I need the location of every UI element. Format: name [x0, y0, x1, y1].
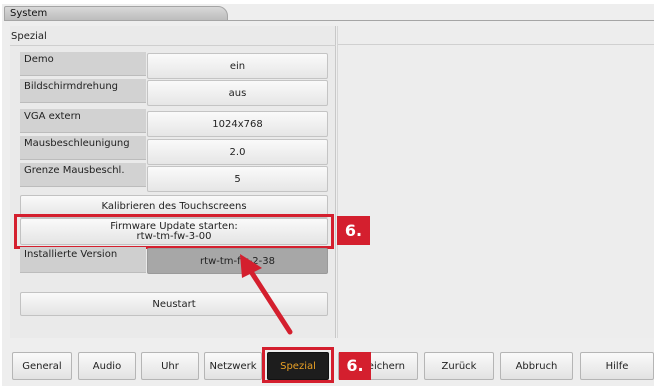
red-arrow-icon — [240, 254, 293, 335]
